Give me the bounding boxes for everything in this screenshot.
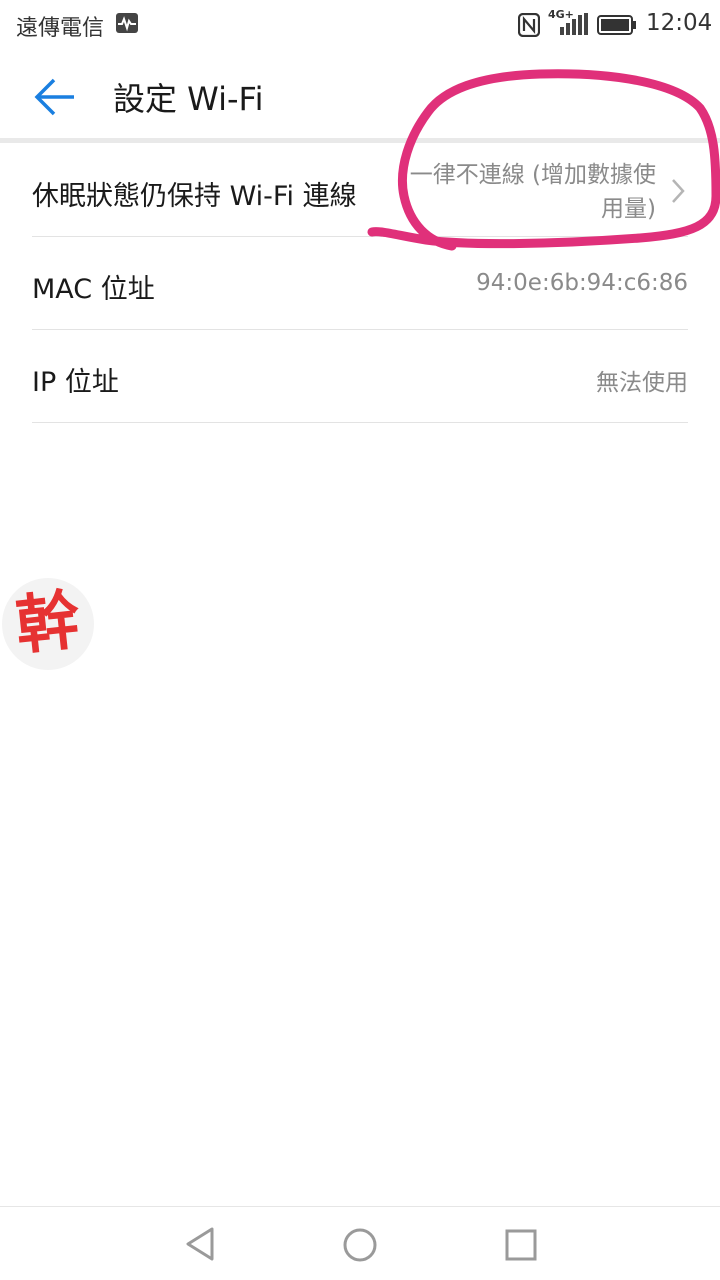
arrow-left-icon (34, 78, 74, 116)
triangle-back-icon[interactable] (182, 1225, 218, 1263)
square-recents-icon[interactable] (504, 1228, 538, 1262)
ip-address-value: 無法使用 (596, 370, 688, 396)
ip-address-row: IP 位址 無法使用 (32, 330, 688, 423)
carrier-name: 遠傳電信 (16, 16, 105, 41)
page-title: 設定 Wi-Fi (113, 80, 264, 118)
stamp-sticker: 幹 (2, 578, 94, 670)
keep-wifi-on-value: 一律不連線 (增加數據使用量) (409, 162, 656, 222)
battery-icon (597, 15, 636, 35)
clock: 12:04 (646, 10, 713, 36)
mac-address-label: MAC 位址 (32, 274, 155, 305)
nfc-icon (518, 13, 540, 37)
stamp-glyph: 幹 (12, 582, 84, 665)
chevron-right-icon (672, 179, 685, 203)
activity-icon (116, 13, 138, 33)
keep-wifi-on-label: 休眠狀態仍保持 Wi-Fi 連線 (32, 181, 357, 212)
wifi-settings-screen: 遠傳電信 4G+ 12:04 設定 Wi-Fi 休眠狀態仍保持 Wi-Fi 連線… (0, 0, 720, 1280)
signal-strength-icon (560, 13, 588, 35)
mac-address-row: MAC 位址 94:0e:6b:94:c6:86 (32, 237, 688, 330)
back-button[interactable] (30, 76, 80, 118)
keep-wifi-on-during-sleep-row[interactable]: 休眠狀態仍保持 Wi-Fi 連線 一律不連線 (增加數據使用量) (32, 143, 688, 237)
app-header: 設定 Wi-Fi (0, 52, 720, 140)
system-navigation-bar (0, 1206, 720, 1280)
ip-address-label: IP 位址 (32, 367, 119, 398)
circle-home-icon[interactable] (341, 1226, 379, 1264)
mac-address-value: 94:0e:6b:94:c6:86 (476, 270, 688, 296)
status-bar: 遠傳電信 4G+ 12:04 (0, 0, 720, 52)
